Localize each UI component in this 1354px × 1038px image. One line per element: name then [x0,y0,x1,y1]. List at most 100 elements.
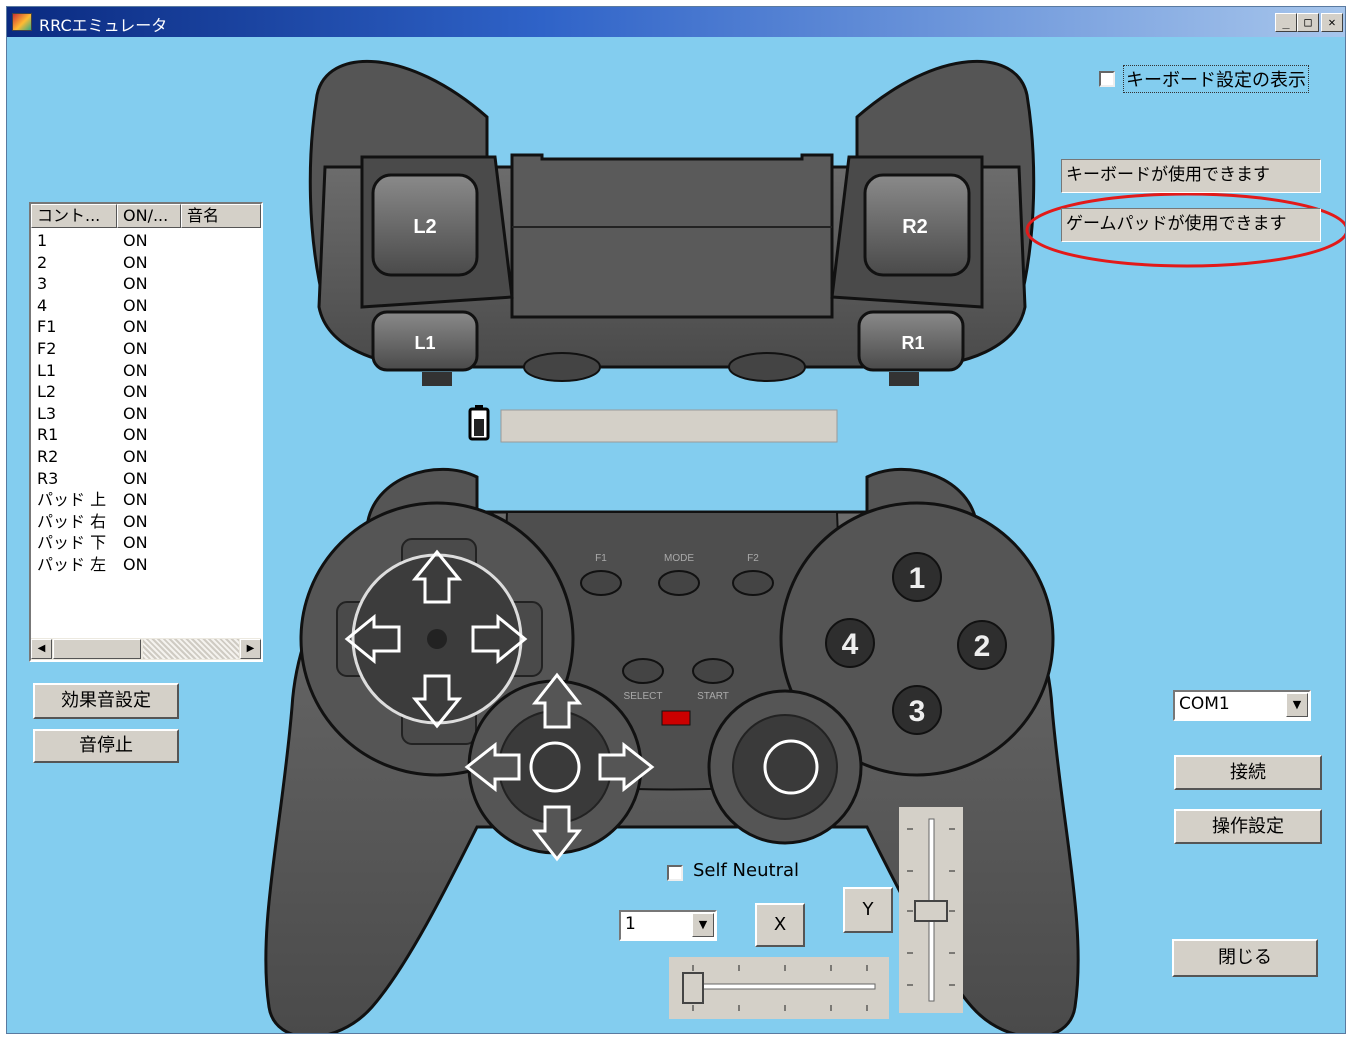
stop-sound-button[interactable]: 音停止 [33,729,179,763]
list-item-control: パッド 右 [37,511,107,531]
mode-label: MODE [664,553,694,564]
column-header-onoff[interactable]: ON/... [117,204,181,228]
list-item-onoff: ON [123,252,148,272]
column-header-control[interactable]: コント... [31,204,117,228]
list-item[interactable]: 3 ON [31,273,261,294]
scroll-right-icon[interactable]: ▶ [240,639,261,659]
list-item[interactable]: パッド 下 ON [31,532,261,553]
list-item[interactable]: L2 ON [31,381,261,402]
list-item-onoff: ON [123,403,148,423]
y-button[interactable]: Y [843,887,893,933]
list-item[interactable]: 2 ON [31,252,261,273]
list-item-onoff: ON [123,447,148,466]
sound-effects-button[interactable]: 効果音設定 [33,683,179,719]
f2-button[interactable] [732,570,774,596]
list-item-control: 1 [37,231,48,250]
list-item-control: 2 [37,252,48,272]
gamepad-top-view: L2 R2 L1 R1 [308,59,1036,386]
keyboard-settings-label[interactable]: キーボード設定の表示 [1123,65,1309,93]
start-button[interactable] [692,658,734,684]
list-item-control: L2 [37,382,57,402]
face-label-2: 2 [974,630,991,663]
list-item-control: F1 [37,317,57,337]
list-item-onoff: ON [123,339,148,358]
select-label: SELECT [624,691,663,702]
x-button[interactable]: X [755,903,805,947]
list-item[interactable]: 4 ON [31,295,261,316]
list-item[interactable]: L3 ON [31,403,261,424]
list-item-control: パッド 上 [37,490,107,510]
close-button[interactable]: 閉じる [1172,939,1318,977]
list-item-control: L1 [37,360,57,380]
keyboard-status: キーボードが使用できます [1061,159,1321,193]
f1-button[interactable] [580,570,622,596]
self-neutral-checkbox[interactable] [667,865,683,881]
list-item-onoff: ON [123,425,148,445]
list-item-onoff: ON [123,555,148,574]
list-item[interactable]: パッド 上 ON [31,489,261,510]
f1-label: F1 [595,553,607,564]
l1-label: L1 [414,333,435,353]
chevron-down-icon[interactable]: ▼ [692,913,714,937]
list-item-control: F2 [37,339,57,358]
list-item-onoff: ON [123,295,148,315]
list-item-onoff: ON [123,360,148,380]
list-item[interactable]: パッド 右 ON [31,511,261,532]
gamepad-status: ゲームパッドが使用できます [1061,208,1321,242]
mode-button[interactable] [658,570,700,596]
list-item-control: パッド 下 [37,533,107,553]
list-item[interactable]: 1 ON [31,230,261,251]
list-item[interactable]: L1 ON [31,360,261,381]
port-select[interactable]: COM1 ▼ [1173,690,1311,721]
start-label: START [697,691,729,702]
list-item-onoff: ON [123,382,148,402]
x-axis-slider[interactable] [669,957,889,1019]
chevron-down-icon[interactable]: ▼ [1286,693,1308,717]
y-axis-slider[interactable] [899,807,963,1013]
list-item-control: L3 [37,403,57,423]
column-header-sound-name[interactable]: 音名 [181,204,261,228]
power-led [661,710,691,726]
list-item[interactable]: F1 ON [31,316,261,337]
r2-label: R2 [902,216,928,238]
select-button[interactable] [622,658,664,684]
list-item[interactable]: R3 ON [31,468,261,489]
list-item-onoff: ON [123,231,148,250]
f2-label: F2 [747,553,759,564]
connect-button[interactable]: 接続 [1174,755,1322,790]
list-item[interactable]: F2 ON [31,338,261,359]
scroll-track[interactable] [143,639,239,659]
list-item-control: 4 [37,295,48,315]
l2-label: L2 [413,216,436,238]
port-value: COM1 [1179,694,1230,714]
list-item-onoff: ON [123,317,148,337]
list-item-control: R3 [37,468,59,488]
list-item-control: 3 [37,274,48,294]
list-item-onoff: ON [123,533,148,553]
list-item-onoff: ON [123,511,148,531]
list-item-control: R2 [37,447,59,466]
keyboard-settings-checkbox[interactable] [1099,71,1115,87]
list-item[interactable]: パッド 左 ON [31,554,261,575]
list-item-onoff: ON [123,274,148,294]
self-neutral-label[interactable]: Self Neutral [693,860,799,881]
y-axis-slider-graphic [907,818,955,1002]
list-item-onoff: ON [123,468,148,488]
list-item-control: R1 [37,425,59,445]
axis-value: 1 [625,914,636,934]
face-label-1: 1 [909,562,926,595]
control-settings-button[interactable]: 操作設定 [1174,809,1322,844]
scroll-thumb[interactable] [53,639,141,659]
horizontal-scrollbar[interactable]: ◀ ▶ [31,638,261,660]
sound-list[interactable]: コント... ON/... 音名 1 ON 2 ON 3 ON 4 ON F1 ON F2 ON L1 O… [29,202,263,662]
r1-label: R1 [901,333,924,353]
list-item[interactable]: R1 ON [31,424,261,445]
list-item[interactable]: R2 ON [31,446,261,467]
right-analog-stick[interactable] [732,714,838,820]
scroll-left-icon[interactable]: ◀ [31,639,52,659]
app-window: RRCエミュレータ _ □ ✕ L2 R2 L1 R1 F1 MODE F2 S… [6,6,1346,1034]
axis-select[interactable]: 1 ▼ [619,910,717,941]
list-item-control: パッド 左 [37,555,107,574]
battery-indicator [468,405,490,441]
x-axis-slider-graphic [682,965,876,1011]
